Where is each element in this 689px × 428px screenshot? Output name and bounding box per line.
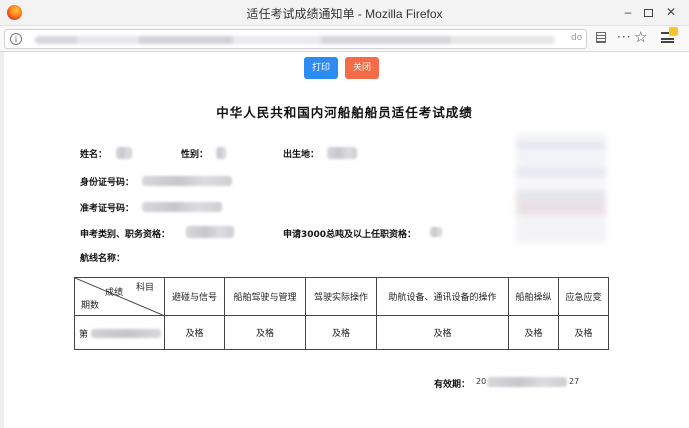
table-cell: 及格 — [508, 315, 559, 350]
table-header-cell: 应急应变 — [558, 277, 609, 316]
table-cell: 及格 — [164, 315, 225, 350]
birthplace-redacted — [327, 147, 357, 159]
gender-redacted — [216, 147, 226, 159]
table-cell: 及格 — [305, 315, 377, 350]
validity-start: 20 — [476, 377, 487, 386]
validity-label: 有效期： — [434, 380, 471, 390]
validity-redacted — [487, 377, 567, 387]
bookmark-star-icon[interactable]: ☆ — [634, 28, 647, 46]
table-header-cell: 船舶驾驶与管理 — [224, 277, 306, 316]
tonnage-qualification-label: 申请3000总吨及以上任职资格： — [283, 230, 417, 240]
close-window-button[interactable]: ✕ — [660, 4, 682, 20]
close-button[interactable]: 关闭 — [345, 57, 379, 79]
maximize-button[interactable] — [637, 4, 659, 20]
admission-number-label: 准考证号码： — [80, 204, 135, 214]
print-button[interactable]: 打印 — [304, 57, 338, 79]
tonnage-qualification-redacted — [430, 227, 442, 237]
validity-end: 27 — [569, 377, 580, 386]
period-prefix: 第 — [79, 330, 89, 340]
id-number-redacted — [142, 176, 232, 186]
corner-score-label: 成绩 — [105, 288, 124, 298]
page-actions-icon[interactable]: ··· — [617, 30, 631, 44]
table-cell: 及格 — [376, 315, 509, 350]
url-redacted — [35, 36, 555, 44]
document-title: 中华人民共和国内河船舶船员适任考试成绩 — [216, 105, 473, 120]
url-suffix: do — [571, 33, 583, 43]
table-header-row: 科目 成绩 期数 避碰与信号 船舶驾驶与管理 驾驶实际操作 助航设备、通讯设备的… — [74, 277, 609, 316]
gender-label: 性别： — [181, 150, 209, 160]
name-redacted — [116, 147, 132, 159]
score-table: 科目 成绩 期数 避碰与信号 船舶驾驶与管理 驾驶实际操作 助航设备、通讯设备的… — [74, 277, 609, 350]
birthplace-label: 出生地： — [283, 150, 320, 160]
navigation-toolbar: i do — [0, 26, 689, 52]
table-header-cell: 驾驶实际操作 — [305, 277, 377, 316]
window-title: 适任考试成绩通知单 - Mozilla Firefox — [246, 7, 443, 21]
admission-number-redacted — [142, 202, 222, 212]
id-number-label: 身份证号码： — [80, 178, 135, 188]
corner-header-cell: 科目 成绩 期数 — [74, 277, 165, 316]
period-redacted — [91, 329, 161, 338]
site-info-icon[interactable]: i — [10, 33, 22, 45]
photo-redacted — [516, 133, 606, 243]
table-header-cell: 船舶操纵 — [508, 277, 559, 316]
maximize-icon — [643, 8, 653, 17]
update-badge-icon — [669, 27, 678, 36]
window-titlebar: 适任考试成绩通知单 - Mozilla Firefox – ✕ — [0, 0, 689, 26]
route-name-label: 航线名称： — [80, 254, 126, 264]
table-cell: 及格 — [224, 315, 306, 350]
period-cell: 第 — [74, 315, 165, 350]
corner-subject-label: 科目 — [135, 283, 154, 293]
exam-category-redacted — [186, 226, 234, 238]
reader-view-icon[interactable] — [596, 32, 606, 43]
url-field[interactable]: i do — [4, 29, 587, 49]
table-header-cell: 助航设备、通讯设备的操作 — [376, 277, 509, 316]
table-row: 第 及格 及格 及格 及格 及格 及格 — [74, 315, 609, 350]
minimize-button[interactable]: – — [617, 4, 639, 20]
corner-period-label: 期数 — [81, 301, 100, 311]
table-cell: 及格 — [558, 315, 609, 350]
table-header-cell: 避碰与信号 — [164, 277, 225, 316]
name-label: 姓名： — [80, 150, 108, 160]
exam-category-label: 申考类别、职务资格： — [80, 230, 171, 240]
